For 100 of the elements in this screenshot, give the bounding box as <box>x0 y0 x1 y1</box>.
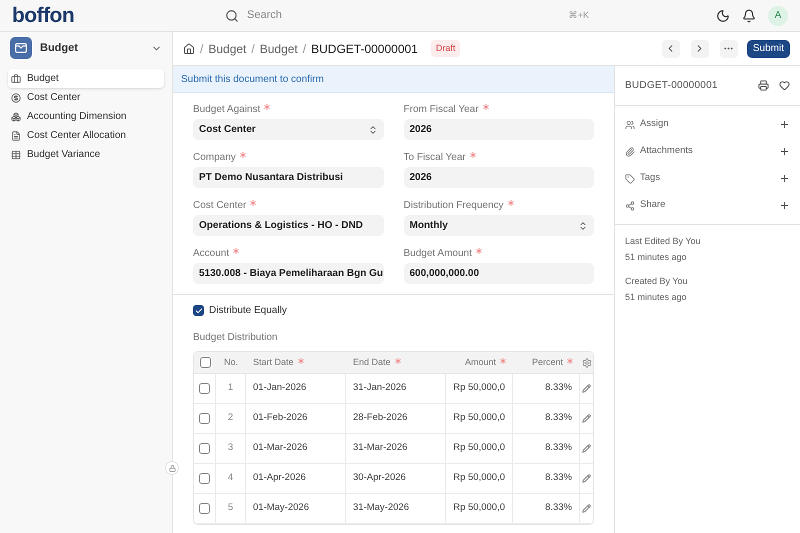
input-field[interactable]: 600,000,000.00 <box>404 263 594 284</box>
next-button[interactable] <box>690 40 709 58</box>
previous-button[interactable] <box>662 40 680 58</box>
panel-title: BUDGET-00000001 <box>625 79 719 93</box>
separator: / <box>200 40 204 58</box>
column-header: Percent <box>532 356 573 370</box>
column-header: End Date <box>353 356 401 370</box>
table-cell-text: 01-Jan-2026 <box>253 381 306 396</box>
document-icon <box>11 130 21 140</box>
boxes-icon <box>11 112 21 122</box>
shortcut-hint: ⌘+K <box>568 8 589 22</box>
checkbox[interactable] <box>199 503 210 514</box>
column-header: Start Date <box>253 356 304 370</box>
table-cell-text: 8.33% <box>545 471 572 486</box>
pencil-icon[interactable] <box>582 444 591 453</box>
moon-icon[interactable] <box>716 8 730 22</box>
logo[interactable]: boffon <box>12 5 217 26</box>
table-cell-text: Rp 50,000,0 <box>453 411 505 426</box>
printer-icon[interactable] <box>758 80 769 91</box>
more-button[interactable] <box>720 40 738 58</box>
input-field[interactable]: 2026 <box>404 119 594 140</box>
checkbox[interactable] <box>199 473 210 484</box>
column-header: No. <box>224 356 238 369</box>
checkbox-label: Distribute Equally <box>209 304 287 318</box>
table-cell-text: Rp 50,000,0 <box>453 471 505 486</box>
sidebar-label: Cost Center Allocation <box>27 129 126 143</box>
separator: / <box>251 40 255 58</box>
breadcrumb-link[interactable]: Budget <box>260 40 298 58</box>
briefcase-icon <box>11 74 21 84</box>
table-cell-text: 8.33% <box>545 411 572 426</box>
panel-action[interactable]: Share <box>640 198 774 213</box>
table-cell-text: 1 <box>228 381 234 396</box>
table-cell-text: Rp 50,000,0 <box>453 381 505 396</box>
avatar[interactable]: A <box>768 6 788 26</box>
field-label: Budget Against <box>193 102 384 115</box>
updown-icon <box>578 220 588 230</box>
table-cell-text: 30-Apr-2026 <box>353 471 406 486</box>
settings-icon[interactable] <box>582 358 592 368</box>
module-title[interactable]: Budget <box>40 40 143 56</box>
updown-icon <box>368 124 378 134</box>
heart-icon[interactable] <box>779 80 790 91</box>
submit-button[interactable]: Submit <box>746 40 790 58</box>
input-field[interactable]: 5130.008 - Biaya Pemeliharaan Bgn Gu <box>193 263 384 284</box>
field-label: From Fiscal Year <box>404 102 594 115</box>
pencil-icon[interactable] <box>582 414 591 423</box>
meta-label: Created By You <box>625 275 689 288</box>
pencil-icon[interactable] <box>582 474 591 483</box>
panel-action[interactable]: Assign <box>640 117 774 132</box>
pencil-icon[interactable] <box>582 384 591 393</box>
module-icon <box>10 37 32 59</box>
input-field[interactable]: PT Demo Nusantara Distribusi <box>193 167 384 188</box>
table-cell-text: 28-Feb-2026 <box>353 411 408 426</box>
field-label: Budget Amount <box>404 246 594 259</box>
table-cell-text: 01-May-2026 <box>253 501 309 516</box>
table-cell-text: 31-May-2026 <box>353 501 409 516</box>
table-cell-text: 2 <box>228 411 234 426</box>
checkbox[interactable] <box>200 357 210 368</box>
table-cell-text: 8.33% <box>545 441 572 456</box>
lock-button[interactable] <box>165 461 179 475</box>
table-cell-text: 31-Mar-2026 <box>353 441 408 456</box>
table-cell-text: 01-Apr-2026 <box>253 471 306 486</box>
sidebar-item[interactable]: Budget <box>8 69 164 88</box>
table-cell-text: Rp 50,000,0 <box>453 441 505 456</box>
add-icon[interactable] <box>779 200 790 211</box>
sidebar-item[interactable]: Cost Center Allocation <box>8 126 164 145</box>
checkbox[interactable] <box>193 305 204 316</box>
bell-icon[interactable] <box>742 8 756 22</box>
sidebar-item[interactable]: Cost Center <box>8 88 164 107</box>
meta-label: Last Edited By You <box>625 235 702 248</box>
pencil-icon[interactable] <box>582 504 591 513</box>
select-field[interactable]: Monthly <box>404 215 594 236</box>
breadcrumb-link[interactable]: Budget <box>208 40 246 58</box>
sidebar-label: Accounting Dimension <box>27 110 126 124</box>
search-icon <box>225 8 239 22</box>
add-icon[interactable] <box>779 173 790 184</box>
sidebar-item[interactable]: Accounting Dimension <box>8 107 164 126</box>
select-field[interactable]: Cost Center <box>193 119 384 140</box>
home-icon[interactable] <box>183 42 195 54</box>
field-label: Cost Center <box>193 198 384 211</box>
add-icon[interactable] <box>779 119 790 130</box>
table-cell-text: 5 <box>228 501 234 516</box>
separator: / <box>302 40 306 58</box>
sidebar-label: Budget <box>27 72 59 86</box>
checkbox[interactable] <box>199 413 210 424</box>
table-icon <box>11 150 21 160</box>
field-label: Distribution Frequency <box>404 198 594 211</box>
sidebar-label: Budget Variance <box>27 148 100 162</box>
input-field[interactable]: 2026 <box>404 167 594 188</box>
panel-action[interactable]: Tags <box>640 171 774 186</box>
checkbox[interactable] <box>199 443 210 454</box>
panel-action[interactable]: Attachments <box>640 144 774 159</box>
timestamp: 51 minutes ago <box>625 291 688 304</box>
tag-icon <box>625 174 635 184</box>
sidebar-label: Cost Center <box>27 91 80 105</box>
checkbox[interactable] <box>199 383 210 394</box>
sidebar-item[interactable]: Budget Variance <box>8 145 164 164</box>
field-label: To Fiscal Year <box>404 150 594 163</box>
page-title: BUDGET-00000001 <box>311 40 418 58</box>
add-icon[interactable] <box>779 146 790 157</box>
input-field[interactable]: Operations & Logistics - HO - DND <box>193 215 384 236</box>
